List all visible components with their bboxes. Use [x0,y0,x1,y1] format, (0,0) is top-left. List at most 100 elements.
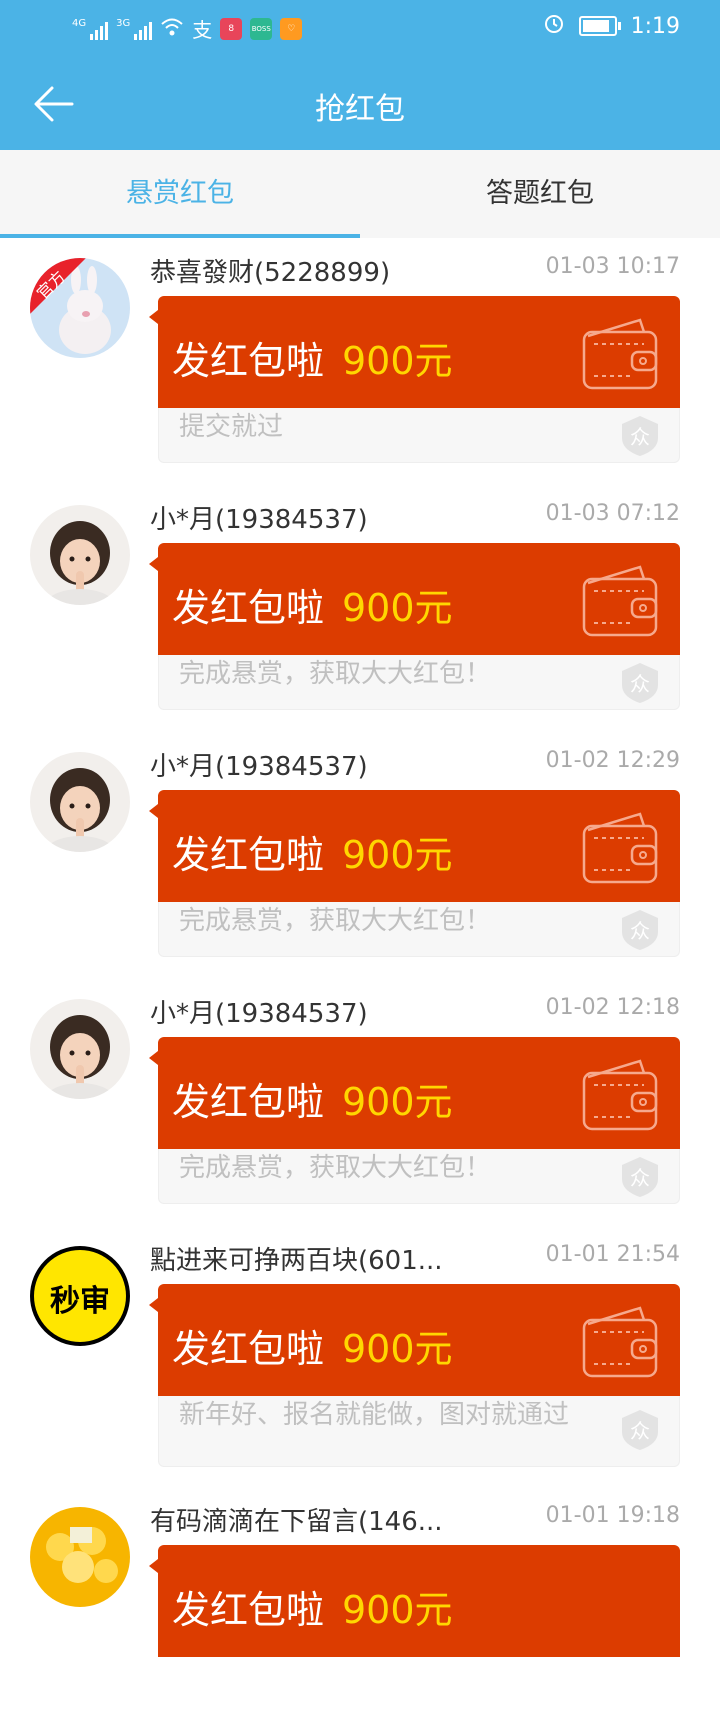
wallet-icon [582,565,658,637]
sender-name: 小*月(19384537) [150,752,368,782]
packet-label: 发红包啦 [172,1327,325,1371]
network-type-2: 3G [116,17,131,29]
red-packet-card[interactable]: 发红包啦 900元 完成悬赏，获取大大红包！ 众 [149,790,680,958]
packet-label: 发红包啦 [172,833,325,877]
bubble-pointer [149,557,158,571]
sender-name: 有码滴滴在下留言(146... [150,1507,443,1537]
send-time: 01-03 10:17 [545,254,680,279]
wallet-icon [582,1059,658,1131]
red-packet-footer: 完成悬赏，获取大大红包！ 众 [158,655,680,710]
packet-amount: 900元 [342,339,453,383]
red-packet-header: 发红包啦 900元 [158,543,680,655]
red-packet-footer: 完成悬赏，获取大大红包！ 众 [158,902,680,957]
svg-text:众: 众 [630,919,650,943]
red-packet-footer: 新年好、报名就能做，图对就通过 众 [158,1396,680,1467]
zhong-shield-icon: 众 [622,1157,658,1197]
alarm-icon [543,12,565,40]
send-time: 01-02 12:18 [545,995,680,1020]
packet-label: 发红包啦 [172,1588,325,1632]
avatar[interactable] [30,752,130,852]
packet-description: 完成悬赏，获取大大红包！ [179,906,492,936]
avatar[interactable] [30,999,130,1099]
send-time: 01-02 12:29 [545,748,680,773]
avatar[interactable]: 官方 [30,258,130,358]
packet-amount: 900元 [342,586,453,630]
red-packet-header: 发红包啦 900元 [158,790,680,902]
packet-description: 完成悬赏，获取大大红包！ [179,659,492,689]
packet-amount: 900元 [342,1080,453,1124]
bubble-pointer [149,1559,158,1573]
wallet-icon [582,1306,658,1378]
packet-label: 发红包啦 [172,339,325,383]
svg-text:众: 众 [630,1166,650,1190]
zhong-shield-icon: 众 [622,416,658,456]
sender-name: 點进来可挣两百块(601... [150,1246,443,1276]
zhong-shield-icon: 众 [622,663,658,703]
bubble-pointer [149,1051,158,1065]
packet-amount: 900元 [342,833,453,877]
bubble-pointer [149,804,158,818]
page-title: 抢红包 [315,92,405,127]
send-time: 01-03 07:12 [545,501,680,526]
zhong-shield-icon: 众 [622,1410,658,1450]
network-type-1: 4G [72,17,87,29]
wifi-icon [160,17,184,41]
red-packet-list: 官方 恭喜發财(5228899) 01-03 10:17 发红包啦 900元 提… [0,238,720,1734]
packet-description: 提交就过 [179,412,284,442]
status-right: 1:19 [543,12,680,40]
avatar[interactable]: 秒审 [30,1246,130,1346]
red-packet-header: 发红包啦 900元 [158,1037,680,1149]
avatar[interactable] [30,505,130,605]
wallet-icon [582,318,658,390]
bubble-pointer [149,310,158,324]
tab-quiz-packet[interactable]: 答题红包 [360,150,720,238]
app-heart-icon: ♡ [280,17,303,40]
packet-amount: 900元 [342,1327,453,1371]
list-item: 小*月(19384537) 01-02 12:18 发红包啦 900元 完成悬赏… [0,979,720,1226]
bubble-pointer [149,1298,158,1312]
packet-label: 发红包啦 [172,1080,325,1124]
zhong-shield-icon: 众 [622,910,658,950]
list-item: 秒审 點进来可挣两百块(601... 01-01 21:54 发红包啦 900元… [0,1226,720,1473]
red-packet-header: 发红包啦 900元 [158,1284,680,1396]
tab-bounty-packet[interactable]: 悬赏红包 [0,150,360,238]
status-left: 4G 3G 支 8 BOSS ♡ [72,14,303,43]
packet-description: 新年好、报名就能做，图对就通过 [179,1400,570,1430]
svg-text:众: 众 [630,672,650,696]
battery-icon [578,16,621,36]
sender-name: 小*月(19384537) [150,505,368,535]
avatar[interactable] [30,1507,130,1607]
list-item: 官方 恭喜發财(5228899) 01-03 10:17 发红包啦 900元 提… [0,238,720,485]
packet-description: 完成悬赏，获取大大红包！ [179,1153,492,1183]
alipay-icon: 支 [192,18,213,42]
packet-amount: 900元 [342,1588,453,1632]
red-packet-header: 发红包啦 900元 [158,1545,680,1657]
red-packet-card[interactable]: 发红包啦 900元 新年好、报名就能做，图对就通过 众 [149,1284,680,1468]
send-time: 01-01 19:18 [545,1503,680,1528]
sender-name: 小*月(19384537) [150,999,368,1029]
list-item: 小*月(19384537) 01-02 12:29 发红包啦 900元 完成悬赏… [0,732,720,979]
red-packet-card[interactable]: 发红包啦 900元 [149,1545,680,1713]
signal-4g-icon: 4G [72,17,109,40]
packet-label: 发红包啦 [172,586,325,630]
sender-name: 恭喜發财(5228899) [150,258,391,288]
app-notification-icon: 8 [220,17,243,40]
clock: 1:19 [630,13,680,39]
red-packet-card[interactable]: 发红包啦 900元 完成悬赏，获取大大红包！ 众 [149,543,680,711]
red-packet-card[interactable]: 发红包啦 900元 完成悬赏，获取大大红包！ 众 [149,1037,680,1205]
miaoshen-logo-text: 秒审 [50,1284,110,1319]
red-packet-footer: 提交就过 众 [158,408,680,463]
tab-bar: 悬赏红包 答题红包 [0,150,720,238]
send-time: 01-01 21:54 [545,1242,680,1267]
title-bar: 抢红包 [0,56,720,150]
list-item: 小*月(19384537) 01-03 07:12 发红包啦 900元 完成悬赏… [0,485,720,732]
red-packet-card[interactable]: 发红包啦 900元 提交就过 众 [149,296,680,464]
signal-3g-icon: 3G [116,17,153,40]
svg-text:众: 众 [630,1419,650,1443]
red-packet-header: 发红包啦 900元 [158,296,680,408]
wallet-icon [582,812,658,884]
status-bar: 4G 3G 支 8 BOSS ♡ 1:19 [0,0,720,56]
svg-text:众: 众 [630,425,650,449]
list-item: 有码滴滴在下留言(146... 01-01 19:18 发红包啦 900元 [0,1487,720,1734]
boss-app-icon: BOSS [250,17,273,40]
